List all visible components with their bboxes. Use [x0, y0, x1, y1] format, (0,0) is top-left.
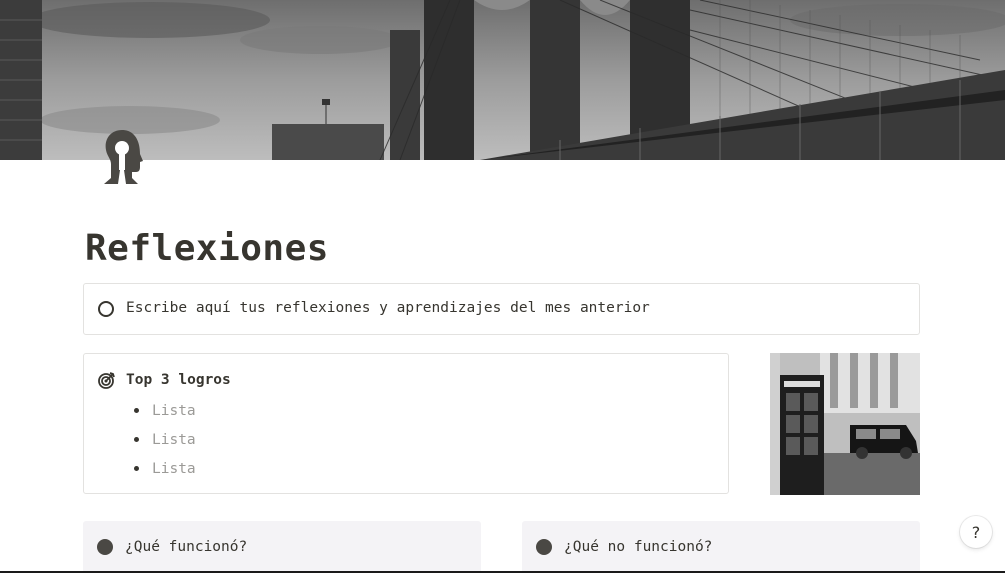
- bullet-icon: [134, 437, 139, 442]
- que-no-funciono-card[interactable]: ¿Qué no funcionó?: [522, 521, 920, 573]
- london-phone-booth-photo[interactable]: [770, 353, 920, 495]
- page-title[interactable]: Reflexiones: [85, 228, 329, 269]
- card-label[interactable]: ¿Qué no funcionó?: [564, 539, 712, 555]
- head-keyhole-icon[interactable]: [98, 128, 148, 186]
- logros-heading[interactable]: Top 3 logros: [126, 372, 231, 388]
- list-item[interactable]: Lista: [134, 396, 196, 425]
- bullet-icon: [134, 408, 139, 413]
- list-item[interactable]: Lista: [134, 454, 196, 483]
- target-icon: [98, 371, 116, 389]
- list-item[interactable]: Lista: [134, 425, 196, 454]
- logros-list: Lista Lista Lista: [134, 396, 196, 483]
- que-funciono-card[interactable]: ¿Qué funcionó?: [83, 521, 481, 573]
- circle-outline-icon: [98, 301, 114, 317]
- cover-image[interactable]: [0, 0, 1005, 160]
- callout-text[interactable]: Escribe aquí tus reflexiones y aprendiza…: [126, 300, 650, 316]
- card-label[interactable]: ¿Qué funcionó?: [125, 539, 247, 555]
- bullet-icon: [134, 466, 139, 471]
- filled-circle-icon: [97, 539, 113, 555]
- reflexiones-callout[interactable]: Escribe aquí tus reflexiones y aprendiza…: [83, 283, 920, 335]
- help-button[interactable]: ?: [960, 516, 992, 548]
- filled-circle-icon: [536, 539, 552, 555]
- top-logros-callout[interactable]: Top 3 logros Lista Lista Lista: [83, 353, 729, 494]
